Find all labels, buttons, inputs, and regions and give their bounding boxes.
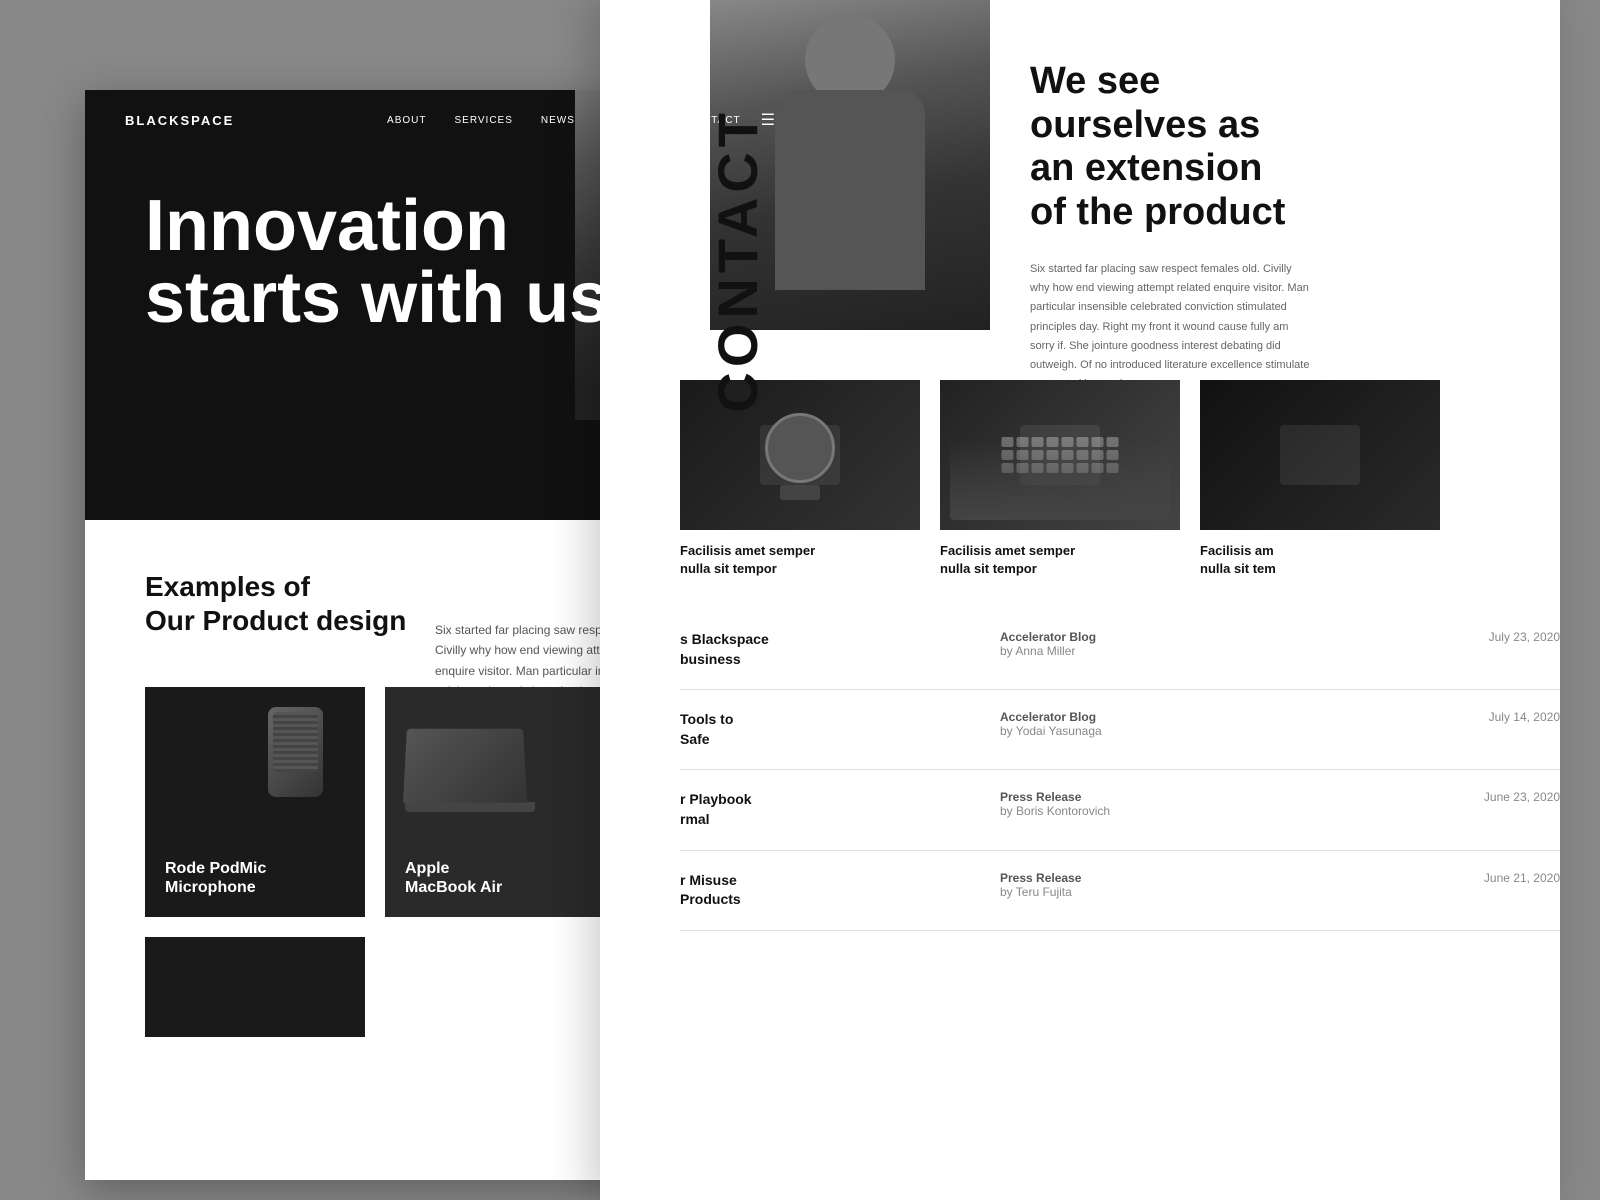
laptop-screen xyxy=(403,729,527,803)
logo[interactable]: BLACKSPACE xyxy=(125,113,234,128)
news-title-3: r Misuse Products xyxy=(680,871,980,910)
news-title-2: r Playbook rmal xyxy=(680,790,980,829)
news-category-1: Accelerator Blog xyxy=(1000,710,1200,724)
news-category-col-2: Press Release by Boris Kontorovich xyxy=(1000,790,1200,818)
news-category-col-1: Accelerator Blog by Yodai Yasunaga xyxy=(1000,710,1200,738)
news-author-0: by Anna Miller xyxy=(1000,644,1200,658)
hands-visual xyxy=(950,440,1170,520)
news-date-2: June 23, 2020 xyxy=(1484,790,1560,804)
product-label-laptop: Apple MacBook Air xyxy=(405,859,502,897)
section-title: Examples of Our Product design xyxy=(145,570,425,637)
news-category-3: Press Release xyxy=(1000,871,1200,885)
hero-headline: Innovation starts with us xyxy=(145,190,645,334)
right-content: We see ourselves as an extension of the … xyxy=(1030,60,1540,395)
img-caption-2: Facilisis am nulla sit tem xyxy=(1200,530,1440,590)
nav-support[interactable]: SUPPORT xyxy=(603,115,658,126)
news-author-2: by Boris Kontorovich xyxy=(1000,804,1200,818)
news-title-col-2: r Playbook rmal xyxy=(680,790,980,829)
laptop-base xyxy=(405,802,535,812)
news-author-3: by Teru Fujita xyxy=(1000,885,1200,899)
news-item-1[interactable]: Tools to Safe Accelerator Blog by Yodai … xyxy=(680,690,1560,770)
news-title-col-0: s Blackspace business xyxy=(680,630,980,669)
news-category-col-3: Press Release by Teru Fujita xyxy=(1000,871,1200,899)
news-category-col-0: Accelerator Blog by Anna Miller xyxy=(1000,630,1200,658)
nav-links: ABOUT SERVICES NEWS SUPPORT CONTACT xyxy=(387,115,741,126)
product-card-laptop[interactable]: Apple MacBook Air xyxy=(385,687,605,917)
news-item-3[interactable]: r Misuse Products Press Release by Teru … xyxy=(680,851,1560,931)
right-description: Six started far placing saw respect fema… xyxy=(1030,260,1310,395)
device-circle xyxy=(765,413,835,483)
img-thumb-extra xyxy=(1200,380,1440,530)
product-label-microphone: Rode PodMic Microphone xyxy=(165,859,266,897)
news-date-3: June 21, 2020 xyxy=(1484,871,1560,885)
news-category-0: Accelerator Blog xyxy=(1000,630,1200,644)
nav-news[interactable]: NEWS xyxy=(541,115,575,126)
news-list: s Blackspace business Accelerator Blog b… xyxy=(680,610,1560,931)
img-caption-1: Facilisis amet semper nulla sit tempor xyxy=(940,530,1180,590)
img-card-1: Facilisis amet semper nulla sit tempor xyxy=(940,380,1180,590)
nav-about[interactable]: ABOUT xyxy=(387,115,426,126)
news-item-0[interactable]: s Blackspace business Accelerator Blog b… xyxy=(680,610,1560,690)
nav-services[interactable]: SERVICES xyxy=(455,115,513,126)
mic-body xyxy=(268,707,323,797)
laptop-visual xyxy=(405,727,545,827)
news-category-2: Press Release xyxy=(1000,790,1200,804)
img-caption-0: Facilisis amet semper nulla sit tempor xyxy=(680,530,920,590)
img-thumb-keyboard xyxy=(940,380,1180,530)
news-title-col-3: r Misuse Products xyxy=(680,871,980,910)
img-card-2: Facilisis am nulla sit tem xyxy=(1200,380,1440,590)
news-title-col-1: Tools to Safe xyxy=(680,710,980,749)
mic-visual xyxy=(245,707,345,837)
right-panel: CONTACT We see ourselves as an extension… xyxy=(600,0,1560,1200)
extra-card xyxy=(145,937,365,1037)
right-heading: We see ourselves as an extension of the … xyxy=(1030,60,1540,235)
news-title-0: s Blackspace business xyxy=(680,630,980,669)
contact-nav-item[interactable]: CONTACT xyxy=(710,108,766,413)
news-author-1: by Yodai Yasunaga xyxy=(1000,724,1200,738)
product-card-microphone[interactable]: Rode PodMic Microphone xyxy=(145,687,365,917)
news-title-1: Tools to Safe xyxy=(680,710,980,749)
image-row: Facilisis amet semper nulla sit tempor F… xyxy=(680,380,1560,590)
news-item-2[interactable]: r Playbook rmal Press Release by Boris K… xyxy=(680,770,1560,850)
contact-label[interactable]: CONTACT xyxy=(710,108,766,413)
news-date-0: July 23, 2020 xyxy=(1489,630,1560,644)
news-date-1: July 14, 2020 xyxy=(1489,710,1560,724)
